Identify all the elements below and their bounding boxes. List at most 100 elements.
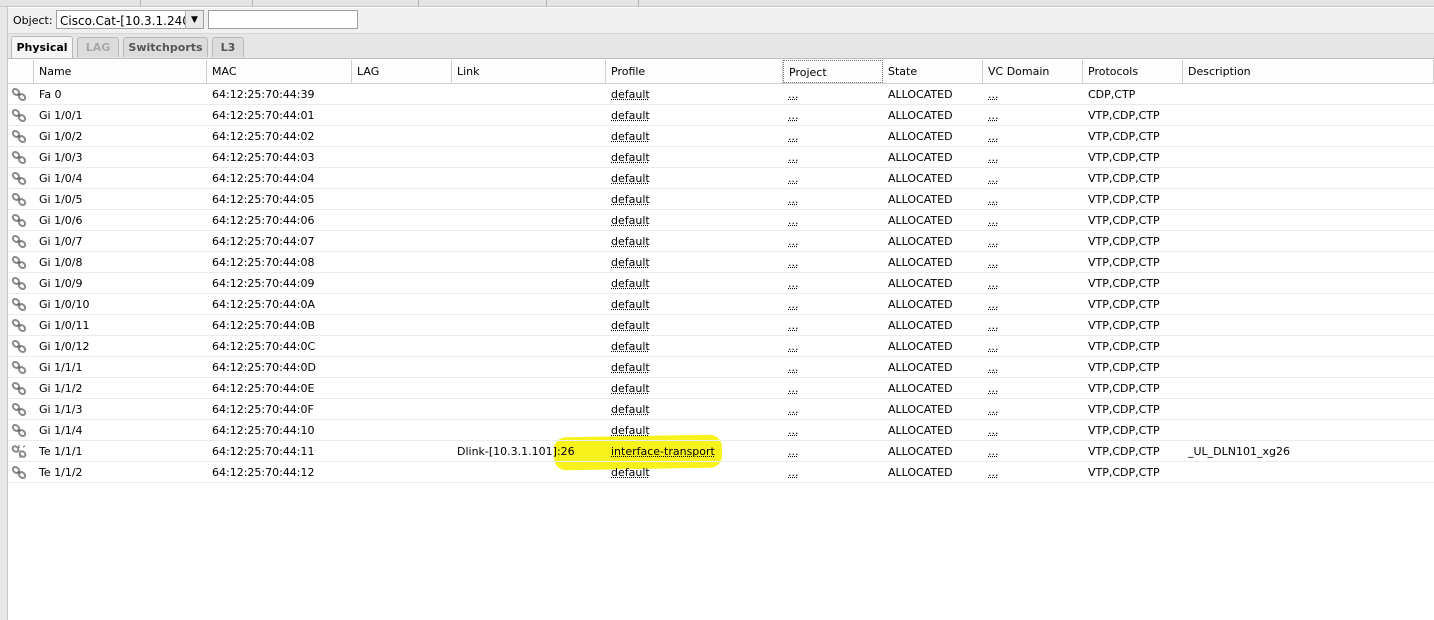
- cell-project[interactable]: ...: [783, 420, 799, 440]
- table-row[interactable]: Fa 0 64:12:25:70:44:39 default... ALLOCATED…: [8, 84, 1434, 105]
- cell-profile[interactable]: default: [606, 147, 650, 167]
- cell-profile[interactable]: default: [606, 189, 650, 209]
- cell-project[interactable]: ...: [783, 252, 799, 272]
- cell-profile[interactable]: default: [606, 420, 650, 440]
- cell-project[interactable]: ...: [783, 315, 799, 335]
- cell-vc[interactable]: ...: [983, 420, 999, 440]
- strip-divider: [418, 0, 419, 6]
- col-header-lag[interactable]: LAG: [352, 60, 452, 83]
- cell-vc[interactable]: ...: [983, 189, 999, 209]
- cell-link: [452, 210, 457, 230]
- cell-vc[interactable]: ...: [983, 399, 999, 419]
- cell-profile[interactable]: default: [606, 462, 650, 482]
- cell-profile[interactable]: default: [606, 168, 650, 188]
- cell-project[interactable]: ...: [783, 273, 799, 293]
- col-header-protocols[interactable]: Protocols: [1083, 60, 1183, 83]
- col-header-profile[interactable]: Profile: [606, 60, 783, 83]
- cell-profile[interactable]: default: [606, 294, 650, 314]
- tab-physical[interactable]: Physical: [11, 36, 73, 58]
- object-select[interactable]: Cisco.Cat-[10.3.1.240] ▼: [56, 10, 204, 29]
- cell-profile[interactable]: interface-transport: [606, 441, 715, 461]
- cell-vc[interactable]: ...: [983, 231, 999, 251]
- cell-profile[interactable]: default: [606, 399, 650, 419]
- cell-vc[interactable]: ...: [983, 336, 999, 356]
- chevron-down-icon[interactable]: ▼: [185, 11, 203, 28]
- cell-vc[interactable]: ...: [983, 357, 999, 377]
- cell-profile[interactable]: default: [606, 105, 650, 125]
- cell-project[interactable]: ...: [783, 189, 799, 209]
- cell-lag: [352, 378, 357, 398]
- table-row[interactable]: Gi 1/0/7 64:12:25:70:44:07 default... ALLOC…: [8, 231, 1434, 252]
- cell-vc[interactable]: ...: [983, 126, 999, 146]
- table-header: Name MAC LAG Link Profile Project State …: [8, 60, 1434, 84]
- cell-vc[interactable]: ...: [983, 378, 999, 398]
- cell-profile[interactable]: default: [606, 378, 650, 398]
- cell-vc[interactable]: ...: [983, 210, 999, 230]
- cell-project[interactable]: ...: [783, 168, 799, 188]
- cell-vc[interactable]: ...: [983, 168, 999, 188]
- cell-profile[interactable]: default: [606, 273, 650, 293]
- cell-link: [452, 168, 457, 188]
- cell-lag: [352, 357, 357, 377]
- cell-project[interactable]: ...: [783, 147, 799, 167]
- col-header-state[interactable]: State: [883, 60, 983, 83]
- cell-project[interactable]: ...: [783, 231, 799, 251]
- cell-project[interactable]: ...: [783, 462, 799, 482]
- table-row[interactable]: Gi 1/0/8 64:12:25:70:44:08 default... ALLOC…: [8, 252, 1434, 273]
- col-header-description[interactable]: Description: [1183, 60, 1434, 83]
- col-header-name[interactable]: Name: [34, 60, 207, 83]
- cell-vc[interactable]: ...: [983, 294, 999, 314]
- col-header-project[interactable]: Project: [783, 60, 883, 83]
- cell-project[interactable]: ...: [783, 126, 799, 146]
- table-row[interactable]: Gi 1/1/1 64:12:25:70:44:0D default... ALLOC…: [8, 357, 1434, 378]
- table-row[interactable]: Gi 1/0/2 64:12:25:70:44:02 default... ALLOC…: [8, 126, 1434, 147]
- cell-name: Gi 1/1/4: [39, 424, 83, 437]
- cell-profile[interactable]: default: [606, 336, 650, 356]
- table-row[interactable]: Gi 1/0/5 64:12:25:70:44:05 default... ALLOC…: [8, 189, 1434, 210]
- object-search-input[interactable]: [208, 10, 358, 29]
- cell-profile[interactable]: default: [606, 231, 650, 251]
- table-row[interactable]: Gi 1/0/11 64:12:25:70:44:0B default... ALLO…: [8, 315, 1434, 336]
- cell-vc[interactable]: ...: [983, 273, 999, 293]
- table-row[interactable]: Gi 1/1/3 64:12:25:70:44:0F default... ALLOC…: [8, 399, 1434, 420]
- cell-project[interactable]: ...: [783, 399, 799, 419]
- cell-project[interactable]: ...: [783, 336, 799, 356]
- cell-project[interactable]: ...: [783, 210, 799, 230]
- table-row[interactable]: Gi 1/0/10 64:12:25:70:44:0A default... ALLO…: [8, 294, 1434, 315]
- cell-profile[interactable]: default: [606, 357, 650, 377]
- cell-project[interactable]: ...: [783, 105, 799, 125]
- table-row[interactable]: Gi 1/0/6 64:12:25:70:44:06 default... ALLOC…: [8, 210, 1434, 231]
- cell-vc[interactable]: ...: [983, 315, 999, 335]
- cell-vc[interactable]: ...: [983, 105, 999, 125]
- cell-profile[interactable]: default: [606, 315, 650, 335]
- cell-vc[interactable]: ...: [983, 441, 999, 461]
- table-row[interactable]: Gi 1/0/3 64:12:25:70:44:03 default... ALLOC…: [8, 147, 1434, 168]
- col-header-mac[interactable]: MAC: [207, 60, 352, 83]
- cell-project[interactable]: ...: [783, 84, 799, 104]
- tab-switchports[interactable]: Switchports: [123, 37, 208, 57]
- cell-project[interactable]: ...: [783, 357, 799, 377]
- table-row[interactable]: Te 1/1/1 64:12:25:70:44:11 Dlink-[10.3.1.1…: [8, 441, 1434, 462]
- cell-profile[interactable]: default: [606, 210, 650, 230]
- table-row[interactable]: Gi 1/0/12 64:12:25:70:44:0C default... ALLO…: [8, 336, 1434, 357]
- cell-vc[interactable]: ...: [983, 462, 999, 482]
- cell-project[interactable]: ...: [783, 378, 799, 398]
- cell-vc[interactable]: ...: [983, 147, 999, 167]
- cell-vc[interactable]: ...: [983, 252, 999, 272]
- table-row[interactable]: Gi 1/1/2 64:12:25:70:44:0E default... ALLOC…: [8, 378, 1434, 399]
- col-header-vc-domain[interactable]: VC Domain: [983, 60, 1083, 83]
- table-row[interactable]: Gi 1/1/4 64:12:25:70:44:10 default... ALLOC…: [8, 420, 1434, 441]
- table-row[interactable]: Gi 1/0/4 64:12:25:70:44:04 default... ALLOC…: [8, 168, 1434, 189]
- table-row[interactable]: Te 1/1/2 64:12:25:70:44:12 default... ALLOC…: [8, 462, 1434, 483]
- cell-vc[interactable]: ...: [983, 84, 999, 104]
- tab-l3[interactable]: L3: [212, 37, 244, 57]
- cell-project[interactable]: ...: [783, 294, 799, 314]
- cell-profile[interactable]: default: [606, 126, 650, 146]
- cell-project[interactable]: ...: [783, 441, 799, 461]
- cell-description: [1183, 126, 1188, 146]
- table-row[interactable]: Gi 1/0/1 64:12:25:70:44:01 default... ALLOC…: [8, 105, 1434, 126]
- cell-profile[interactable]: default: [606, 252, 650, 272]
- table-row[interactable]: Gi 1/0/9 64:12:25:70:44:09 default... ALLOC…: [8, 273, 1434, 294]
- cell-profile[interactable]: default: [606, 84, 650, 104]
- col-header-link[interactable]: Link: [452, 60, 606, 83]
